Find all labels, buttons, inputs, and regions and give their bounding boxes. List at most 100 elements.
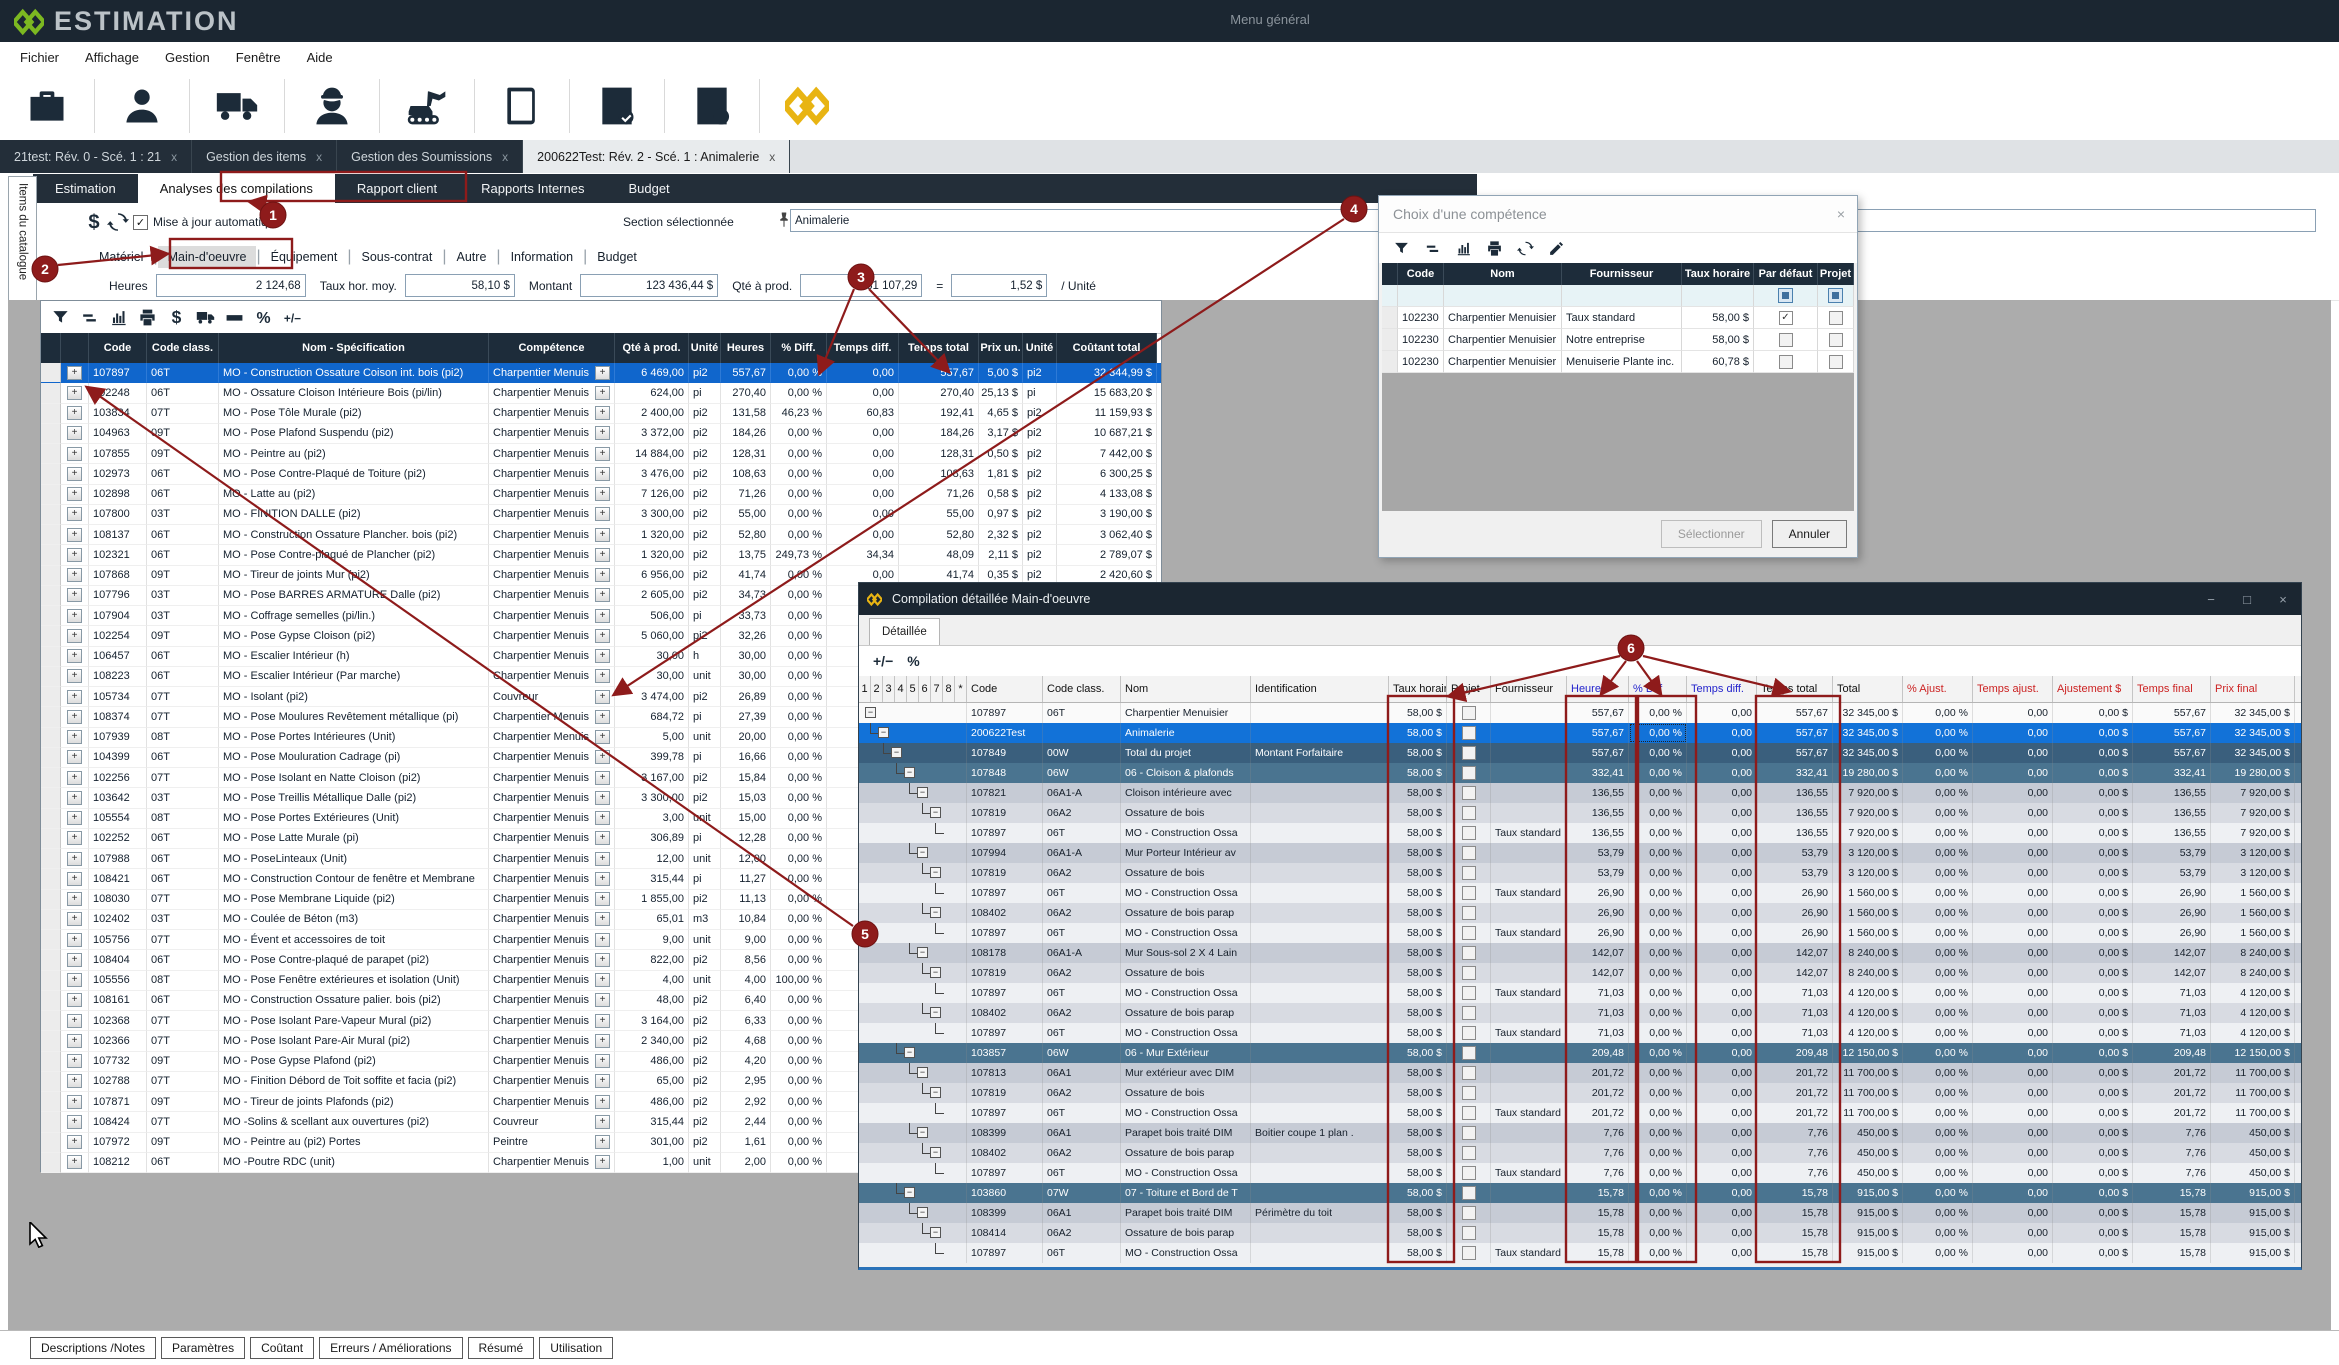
collapse-icon[interactable]: − [917,847,928,858]
close-icon[interactable]: × [1837,206,1845,222]
level-column-8[interactable]: 8 [943,676,955,702]
printer-icon[interactable] [138,308,157,327]
filter-checkbox[interactable] [1778,288,1793,303]
collapse-icon[interactable]: − [917,1067,928,1078]
projet-checkbox[interactable] [1462,1186,1476,1200]
dialog-title-bar[interactable]: Choix d'une compétence × [1379,196,1857,233]
section-tab-information[interactable]: Information [501,246,584,268]
projet-checkbox[interactable] [1462,1146,1476,1160]
expand-icon[interactable]: + [67,690,82,704]
compilation-row-25[interactable]: −10839906A1Parapet bois traité DIMPérimè… [859,1203,2301,1223]
grid-column-heures[interactable]: Heures [721,333,771,363]
grid-column-code-class-[interactable]: Code class. [147,333,219,363]
maximize-icon[interactable]: □ [2229,592,2265,607]
compilation-column-ajustement-$[interactable]: Ajustement $ [2053,676,2133,702]
compilation-column-nom[interactable]: Nom [1121,676,1251,702]
bottom-tab-résumé[interactable]: Résumé [468,1337,535,1359]
worker-icon[interactable] [309,82,355,130]
projet-checkbox[interactable] [1462,806,1476,820]
grid-column-unit-[interactable]: Unité [689,333,721,363]
bottom-tab-descriptions-notes[interactable]: Descriptions /Notes [30,1337,156,1359]
projet-checkbox[interactable] [1462,986,1476,1000]
collapse-icon[interactable]: − [930,967,941,978]
expand-competence-icon[interactable]: + [595,588,610,602]
brand-diamond-icon[interactable] [784,82,830,130]
expand-competence-icon[interactable]: + [595,811,610,825]
expand-icon[interactable]: + [67,973,82,987]
compilation-row-8[interactable]: −10781906A2Ossature de bois58,00 $53,790… [859,863,2301,883]
grid-row-107855[interactable]: +10785509TMO - Peintre au (pi2)Charpenti… [41,444,1161,464]
expand-icon[interactable]: + [67,426,82,440]
level-column-7[interactable]: 7 [931,676,943,702]
compilation-column-temps-diff-[interactable]: Temps diff. [1687,676,1757,702]
expand-icon[interactable]: + [67,912,82,926]
collapse-icon[interactable]: − [904,1047,915,1058]
compilation-row-21[interactable]: −10839906A1Parapet bois traité DIMBoitie… [859,1123,2301,1143]
menu-aide[interactable]: Aide [301,47,339,68]
expand-icon[interactable]: + [67,588,82,602]
bottom-tab-utilisation[interactable]: Utilisation [539,1337,613,1359]
expand-icon[interactable]: + [67,1034,82,1048]
compilation-column-projet[interactable]: Projet [1447,676,1491,702]
expand-icon[interactable]: + [67,1054,82,1068]
compilation-row-3[interactable]: −10784806W06 - Cloison & plafonds58,00 $… [859,763,2301,783]
expand-competence-icon[interactable]: + [595,366,610,380]
menu-gestion[interactable]: Gestion [159,47,216,68]
annuler-button[interactable]: Annuler [1772,520,1847,548]
expand-competence-icon[interactable]: + [595,771,610,785]
grid-column-nom-sp-cification[interactable]: Nom - Spécification [219,333,489,363]
expand-competence-icon[interactable]: + [595,1115,610,1129]
projet-checkbox[interactable] [1462,786,1476,800]
expand-icon[interactable]: + [67,568,82,582]
expand-icon[interactable]: + [67,406,82,420]
dialog-row-1[interactable]: 102230Charpentier MenuisierNotre entrepr… [1382,329,1854,351]
dialog-row-2[interactable]: 102230Charpentier MenuisierMenuiserie Pl… [1382,351,1854,373]
expand-competence-icon[interactable]: + [595,487,610,501]
expand-competence-icon[interactable]: + [595,609,610,623]
collapse-icon[interactable]: − [930,1227,941,1238]
projet-checkbox[interactable] [1462,746,1476,760]
expand-competence-icon[interactable]: + [595,1034,610,1048]
projet-checkbox[interactable] [1462,826,1476,840]
grid-column-unit-[interactable]: Unité [1023,333,1057,363]
rows-icon[interactable] [1424,240,1441,257]
close-icon[interactable]: x [502,150,508,164]
compilation-column-taux-horaire[interactable]: Taux horaire [1389,676,1447,702]
projet-checkbox[interactable] [1462,946,1476,960]
client-icon[interactable] [119,82,165,130]
expand-competence-icon[interactable]: + [595,973,610,987]
compilation-row-17[interactable]: −10385706W06 - Mur Extérieur58,00 $209,4… [859,1043,2301,1063]
expand-competence-icon[interactable]: + [595,852,610,866]
compilation-row-9[interactable]: 10789706TMO - Construction Ossa58,00 $Ta… [859,883,2301,903]
expand-icon[interactable]: + [67,609,82,623]
expand-icon[interactable]: + [67,811,82,825]
expand-competence-icon[interactable]: + [595,1095,610,1109]
compilation-column-temps-total[interactable]: Temps total [1757,676,1833,702]
grid-row-108137[interactable]: +10813706TMO - Construction Ossature Pla… [41,525,1161,545]
grid-row-102321[interactable]: +10232106TMO - Pose Contre-plaqué de Pla… [41,545,1161,565]
grid-column-temps-total[interactable]: Temps total [899,333,979,363]
projet-checkbox[interactable] [1462,846,1476,860]
compilation-row-27[interactable]: 10789706TMO - Construction Ossa58,00 $Ta… [859,1243,2301,1263]
expand-competence-icon[interactable]: + [595,447,610,461]
menu-fichier[interactable]: Fichier [14,47,65,68]
expand-icon[interactable]: + [67,487,82,501]
expand-icon[interactable]: + [67,993,82,1007]
close-icon[interactable]: x [769,150,775,164]
compilation-row-20[interactable]: 10789706TMO - Construction Ossa58,00 $Ta… [859,1103,2301,1123]
projet-checkbox[interactable] [1462,906,1476,920]
heures-field[interactable]: 2 124,68 [156,274,306,297]
grid-row-102973[interactable]: +10297306TMO - Pose Contre-Plaqué de Toi… [41,464,1161,484]
expand-competence-icon[interactable]: + [595,426,610,440]
collapse-icon[interactable]: − [930,1007,941,1018]
section-tab-sous-contrat[interactable]: Sous-contrat [351,246,442,268]
expand-icon[interactable]: + [67,507,82,521]
printer-icon[interactable] [1486,240,1503,257]
level-column-*[interactable]: * [955,676,967,702]
chart-icon[interactable] [109,308,128,327]
compilation-row-0[interactable]: −10789706TCharpentier Menuisier58,00 $55… [859,703,2301,723]
grid-column-code[interactable]: Code [89,333,147,363]
grid-column-temps-diff-[interactable]: Temps diff. [827,333,899,363]
section-tab-autre[interactable]: Autre [447,246,497,268]
grid-row-103834[interactable]: +10383407TMO - Pose Tôle Murale (pi2)Cha… [41,404,1161,424]
